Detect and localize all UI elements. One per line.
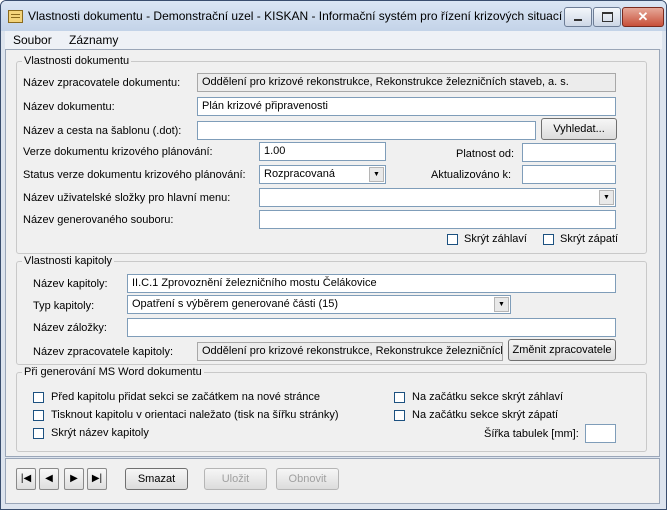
close-icon: ✕ (637, 9, 649, 24)
generated-file-field[interactable] (259, 210, 616, 229)
bookmark-field[interactable] (127, 318, 616, 337)
word-generation-legend: Při generování MS Word dokumentu (24, 366, 202, 378)
template-path-label: Název a cesta na šablonu (.dot): (23, 125, 182, 137)
hide-chapter-name-label: Skrýt název kapitoly (51, 427, 149, 439)
bookmark-label: Název záložky: (33, 322, 107, 334)
hide-header-label: Skrýt záhlaví (464, 233, 527, 245)
status-select-value: Rozpracovaná (264, 168, 335, 180)
form-area: Vlastnosti dokumentu Název zpracovatele … (5, 49, 660, 457)
next-record-icon: ▶ (70, 473, 78, 484)
navigation-bar: |◀ ◀ ▶ ▶| Smazat Uložit Obnovit (5, 458, 660, 504)
valid-from-label: Platnost od: (456, 148, 515, 160)
chapter-name-field[interactable]: II.C.1 Zprovoznění železničního mostu Če… (127, 274, 616, 293)
table-width-label: Šířka tabulek [mm]: (484, 428, 579, 440)
version-label: Verze dokumentu krizového plánování: (23, 146, 213, 158)
landscape-label: Tisknout kapitolu v orientaci naležato (… (51, 409, 339, 421)
menu-soubor[interactable]: Soubor (13, 33, 52, 47)
window-title: Vlastnosti dokumentu - Demonstrační uzel… (28, 9, 563, 23)
chapter-properties-legend: Vlastnosti kapitoly (24, 255, 113, 267)
delete-button[interactable]: Smazat (125, 468, 188, 490)
updated-field[interactable] (522, 165, 616, 184)
doc-name-label: Název dokumentu: (23, 101, 115, 113)
minimize-button[interactable] (564, 7, 592, 27)
document-properties-legend: Vlastnosti dokumentu (24, 55, 130, 67)
refresh-button[interactable]: Obnovit (276, 468, 339, 490)
hide-header-checkbox[interactable] (447, 234, 458, 245)
section-hide-footer-label: Na začátku sekce skrýt zápatí (412, 409, 559, 421)
next-record-button[interactable]: ▶ (64, 468, 84, 490)
previous-record-icon: ◀ (45, 473, 53, 484)
status-label: Status verze dokumentu krizového plánová… (23, 169, 246, 181)
close-button[interactable]: ✕ (622, 7, 664, 27)
chapter-name-label: Název kapitoly: (33, 278, 108, 290)
chapter-type-select[interactable]: Opatření s výběrem generované části (15)… (127, 295, 511, 314)
table-width-field[interactable] (585, 424, 616, 443)
doc-processor-label: Název zpracovatele dokumentu: (23, 77, 181, 89)
maximize-icon (601, 12, 613, 22)
menu-zaznamy[interactable]: Záznamy (69, 33, 118, 47)
title-bar[interactable]: Vlastnosti dokumentu - Demonstrační uzel… (1, 1, 666, 31)
section-hide-header-label: Na začátku sekce skrýt záhlaví (412, 391, 564, 403)
menu-folder-select[interactable]: ▼ (259, 188, 616, 207)
window: Vlastnosti dokumentu - Demonstrační uzel… (0, 0, 667, 510)
first-record-icon: |◀ (20, 473, 32, 484)
maximize-button[interactable] (593, 7, 621, 27)
hide-footer-checkbox[interactable] (543, 234, 554, 245)
landscape-checkbox[interactable] (33, 410, 44, 421)
minimize-icon (574, 19, 582, 21)
hide-footer-label: Skrýt zápatí (560, 233, 619, 245)
chevron-down-icon[interactable]: ▼ (369, 167, 384, 182)
last-record-icon: ▶| (91, 473, 103, 484)
save-button[interactable]: Uložit (204, 468, 267, 490)
chapter-processor-field[interactable]: Oddělení pro krizové rekonstrukce, Rekon… (197, 342, 503, 361)
chapter-type-label: Typ kapitoly: (33, 300, 95, 312)
change-processor-button[interactable]: Změnit zpracovatele (508, 339, 616, 361)
menu-bar: Soubor Záznamy (5, 31, 662, 49)
doc-processor-field[interactable]: Oddělení pro krizové rekonstrukce, Rekon… (197, 73, 616, 92)
updated-label: Aktualizováno k: (431, 169, 512, 181)
status-select[interactable]: Rozpracovaná ▼ (259, 165, 386, 184)
hide-chapter-name-checkbox[interactable] (33, 428, 44, 439)
app-icon (8, 10, 23, 23)
chevron-down-icon[interactable]: ▼ (599, 190, 614, 205)
doc-name-field[interactable]: Plán krizové připravenosti (197, 97, 616, 116)
section-hide-footer-checkbox[interactable] (394, 410, 405, 421)
new-page-section-checkbox[interactable] (33, 392, 44, 403)
version-field[interactable]: 1.00 (259, 142, 386, 161)
section-hide-header-checkbox[interactable] (394, 392, 405, 403)
generated-file-label: Název generovaného souboru: (23, 214, 174, 226)
new-page-section-label: Před kapitolu přidat sekci se začátkem n… (51, 391, 321, 403)
template-path-field[interactable] (197, 121, 536, 140)
browse-button[interactable]: Vyhledat... (541, 118, 617, 140)
chapter-processor-label: Název zpracovatele kapitoly: (33, 346, 174, 358)
last-record-button[interactable]: ▶| (87, 468, 107, 490)
chapter-type-value: Opatření s výběrem generované části (15) (132, 298, 339, 310)
valid-from-field[interactable] (522, 143, 616, 162)
menu-folder-label: Název uživatelské složky pro hlavní menu… (23, 192, 231, 204)
previous-record-button[interactable]: ◀ (39, 468, 59, 490)
first-record-button[interactable]: |◀ (16, 468, 36, 490)
chevron-down-icon[interactable]: ▼ (494, 297, 509, 312)
